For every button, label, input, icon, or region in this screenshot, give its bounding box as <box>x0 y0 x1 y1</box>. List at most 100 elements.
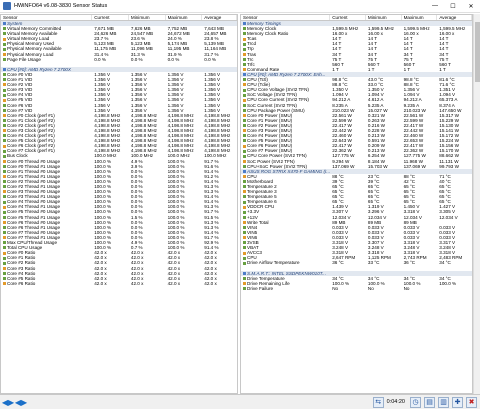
sensor-group-icon <box>243 22 246 26</box>
nav-back-icon[interactable]: ◀▶ <box>2 397 14 407</box>
sensor-icon <box>243 220 246 224</box>
sensor-icon <box>243 83 246 87</box>
value-average: 1 T <box>439 66 446 72</box>
col-maximum[interactable]: Maximum <box>166 15 203 20</box>
sensor-icon <box>3 185 6 189</box>
right-sensor-table[interactable]: Sensor Current Minimum Maximum Average M… <box>240 14 473 394</box>
col-current[interactable]: Current <box>92 15 129 20</box>
sensor-icon <box>3 271 6 275</box>
sensor-icon <box>3 134 6 138</box>
sensor-icon <box>3 42 6 46</box>
col-minimum[interactable]: Minimum <box>129 15 166 20</box>
col-current[interactable]: Current <box>330 15 366 20</box>
sensor-icon <box>3 88 6 92</box>
layout-icon[interactable]: ▥ <box>438 396 449 408</box>
sensor-icon <box>243 144 246 148</box>
log-icon[interactable]: ▤ <box>424 396 435 408</box>
col-average[interactable]: Average <box>437 15 472 20</box>
sensor-icon <box>243 52 246 56</box>
sensor-group-icon <box>3 22 6 26</box>
sensor-name: Page File Usage <box>1 57 92 62</box>
value-current: 42.0 x <box>94 280 107 286</box>
sensor-icon <box>3 200 6 204</box>
app-icon <box>3 2 11 10</box>
sensor-icon <box>3 47 6 51</box>
value-average <box>437 286 472 291</box>
sensor-icon <box>3 52 6 56</box>
minimize-button[interactable]: — <box>426 0 444 13</box>
sensor-icon <box>243 134 246 138</box>
right-rows: Memory Timings Memory Clock 1,599.5 MHz 1,5… <box>241 21 472 291</box>
sensor-icon <box>3 108 6 112</box>
col-maximum[interactable]: Maximum <box>402 15 438 20</box>
sensor-icon <box>243 154 246 158</box>
sensor-icon <box>243 37 246 41</box>
sensor-icon <box>3 27 6 31</box>
sensor-icon <box>243 282 246 286</box>
close-button[interactable]: ✕ <box>462 0 480 13</box>
sensor-row[interactable]: Drive Airflow Temperature 36 °C 33 °C 36 °C… <box>241 260 472 265</box>
left-sensor-table[interactable]: Sensor Current Minimum Maximum Average S… <box>0 14 238 394</box>
sensor-icon <box>3 57 6 61</box>
sensor-row[interactable]: Drive Failure No No No <box>241 286 472 291</box>
scroll-thumb[interactable] <box>475 22 480 82</box>
sensor-group-icon <box>243 73 246 77</box>
value-current: 137.069 W <box>332 163 355 169</box>
sensor-icon <box>243 231 246 235</box>
sensor-icon <box>3 180 6 184</box>
sensor-icon <box>243 215 246 219</box>
value-average: 42.0 x <box>204 280 217 286</box>
sensor-row[interactable]: Page File Usage 0.0 % 0.0 % 0.0 % 0.0 % <box>1 57 237 62</box>
value-average: 0.0 % <box>204 56 217 62</box>
sensor-icon <box>243 226 246 230</box>
sensor-icon <box>243 108 246 112</box>
sensor-icon <box>243 185 246 189</box>
sensor-icon <box>3 139 6 143</box>
sensor-icon <box>3 159 6 163</box>
sensor-label: Page File Usage <box>7 56 41 62</box>
sensor-icon <box>3 226 6 230</box>
sensor-label: Core #6 Ratio <box>7 280 36 286</box>
sensor-icon <box>243 68 246 72</box>
nav-forward-icon[interactable]: ◀▶ <box>15 397 27 407</box>
sensor-icon <box>243 205 246 209</box>
col-sensor[interactable]: Sensor <box>1 15 93 20</box>
sensor-icon <box>243 78 246 82</box>
col-minimum[interactable]: Minimum <box>366 15 402 20</box>
status-bar: ◀▶ ◀▶ ⇆ 0:04:20 ◷ ▤ ▥ ✚ ✖ <box>0 394 480 409</box>
col-average[interactable]: Average <box>202 15 237 20</box>
value-maximum: 137.069 W <box>403 163 426 169</box>
right-scrollbar[interactable] <box>473 14 480 394</box>
sensor-row[interactable]: Core #6 Ratio 42.0 x 42.0 x 42.0 x 42.0 x <box>1 281 237 286</box>
sensor-icon <box>243 195 246 199</box>
maximize-button[interactable]: ☐ <box>444 0 462 13</box>
value-maximum: 42.0 x <box>167 280 181 286</box>
sensor-icon <box>3 190 6 194</box>
close-sensors-icon[interactable]: ✖ <box>466 396 477 408</box>
sensor-label: Drive Airflow Temperature <box>247 260 300 266</box>
elapsed-timer: 0:04:20 <box>386 399 405 405</box>
value-average: 99.793 W <box>439 163 459 169</box>
sensor-icon <box>3 103 6 107</box>
sensor-group-icon <box>243 271 246 275</box>
sensor-icon <box>3 119 6 123</box>
sensor-icon <box>243 149 246 153</box>
settings-icon[interactable]: ✚ <box>452 396 463 408</box>
value-current: 36 °C <box>332 260 344 266</box>
sensor-icon <box>243 42 246 46</box>
title-bar: HWiNFO64 v6.08-3830 Sensor Status — ☐ ✕ <box>0 0 480 13</box>
sensor-icon <box>243 236 246 240</box>
value-maximum: 0.0 % <box>167 56 180 62</box>
sensor-icon <box>243 47 246 51</box>
col-sensor[interactable]: Sensor <box>241 15 331 20</box>
value-average: 34 °C <box>439 260 451 266</box>
clock-icon[interactable]: ◷ <box>410 396 421 408</box>
sensor-icon <box>243 287 246 291</box>
network-icon[interactable]: ⇆ <box>372 396 384 408</box>
sensor-icon <box>243 246 246 250</box>
sensor-icon <box>243 113 246 117</box>
sensor-icon <box>3 83 6 87</box>
value-minimum: 1 T <box>367 66 375 72</box>
sensor-icon <box>243 32 246 36</box>
sensor-icon <box>243 57 246 61</box>
